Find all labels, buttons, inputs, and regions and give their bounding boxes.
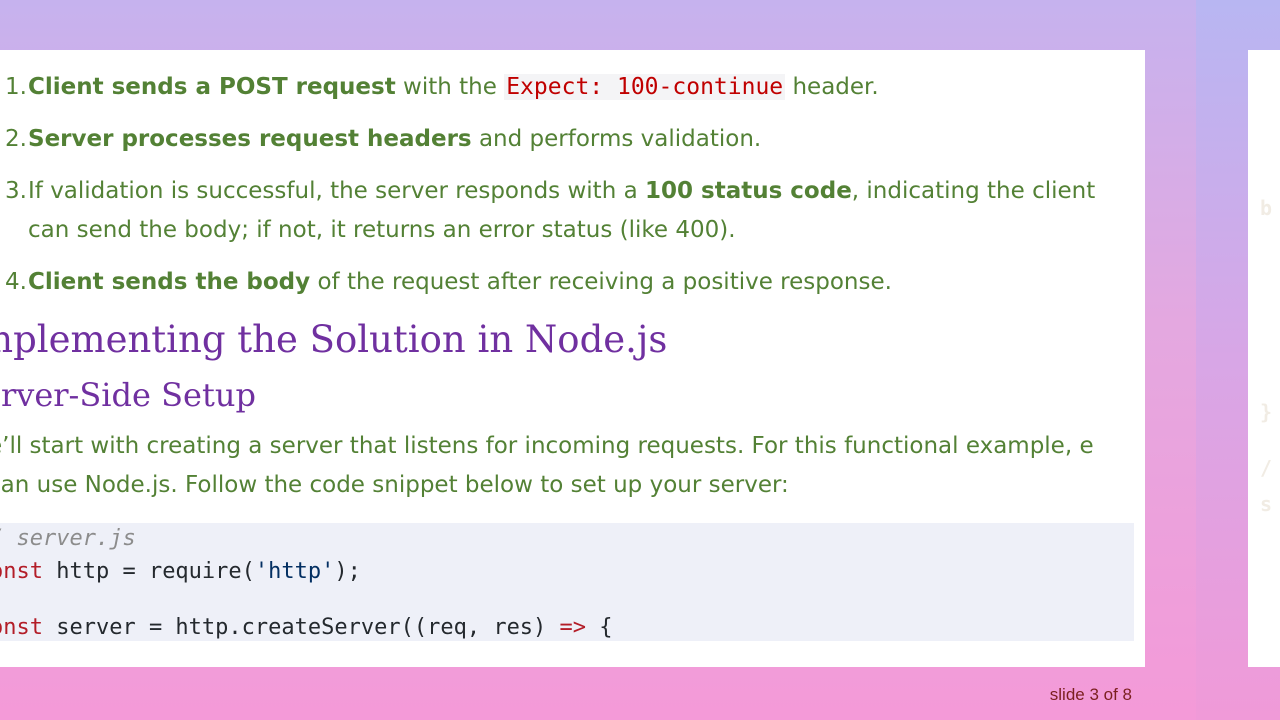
intro-paragraph: e’ll start with creating a server that l… bbox=[0, 433, 1094, 498]
step-1: 1. Client sends a POST request with the E… bbox=[0, 68, 1130, 107]
code-text: server = http.createServer((req, res) bbox=[42, 615, 560, 640]
step-text: of the request after receiving a positiv… bbox=[310, 269, 892, 295]
code-string: 'http' bbox=[254, 559, 335, 584]
code-comment: / server.js bbox=[0, 526, 136, 551]
step-text: with the bbox=[395, 74, 505, 100]
ghost-char: b bbox=[1260, 196, 1273, 220]
code-text: ); bbox=[334, 559, 361, 584]
steps-list: 1. Client sends a POST request with the E… bbox=[0, 68, 1130, 315]
code-line-1: / server.js bbox=[0, 523, 136, 555]
ghost-char: s bbox=[1260, 492, 1273, 516]
ghost-char: / bbox=[1260, 456, 1273, 480]
step-text: and performs validation. bbox=[471, 126, 762, 152]
step-bold: Client sends a POST request bbox=[28, 74, 396, 100]
inline-code: Expect: 100-continue bbox=[504, 74, 786, 100]
step-text: header. bbox=[785, 74, 879, 100]
code-keyword: onst bbox=[0, 615, 43, 640]
step-number: 1. bbox=[5, 74, 27, 100]
step-3: 3. If validation is successful, the serve… bbox=[0, 172, 1130, 250]
subsection-heading: erver-Side Setup bbox=[0, 376, 256, 414]
code-keyword: onst bbox=[0, 559, 43, 584]
next-slide-preview: b } / s bbox=[1248, 50, 1280, 667]
slide-counter: slide 3 of 8 bbox=[1049, 685, 1132, 704]
step-number: 3. bbox=[5, 178, 27, 204]
step-bold: Client sends the body bbox=[28, 269, 311, 295]
step-4: 4. Client sends the body of the request a… bbox=[0, 263, 1130, 302]
code-line-3: onst server = http.createServer((req, re… bbox=[0, 612, 613, 644]
section-heading: mplementing the Solution in Node.js bbox=[0, 318, 668, 361]
step-text: If validation is successful, the server … bbox=[28, 178, 645, 204]
step-number: 4. bbox=[5, 269, 27, 295]
code-text: { bbox=[586, 615, 613, 640]
code-line-2: onst http = require('http'); bbox=[0, 556, 361, 588]
slide-content: 1. Client sends a POST request with the E… bbox=[0, 50, 1145, 667]
step-bold: Server processes request headers bbox=[28, 126, 472, 152]
step-bold: 100 status code bbox=[645, 178, 852, 204]
step-2: 2. Server processes request headers and p… bbox=[0, 120, 1130, 159]
ghost-char: } bbox=[1260, 400, 1273, 424]
code-text: http = require( bbox=[42, 559, 255, 584]
code-operator: => bbox=[559, 615, 587, 640]
code-block: / server.js onst http = require('http');… bbox=[0, 523, 1134, 641]
step-number: 2. bbox=[5, 126, 27, 152]
